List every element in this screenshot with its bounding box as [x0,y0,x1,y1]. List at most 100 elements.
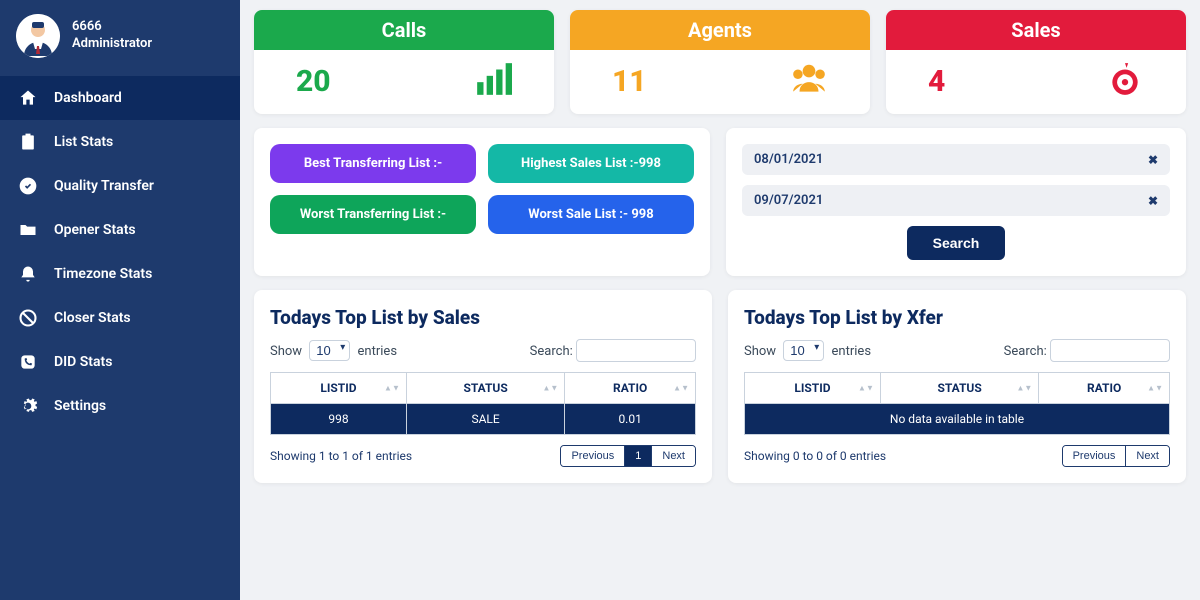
sort-icon: ▲▼ [542,385,558,392]
profile-block: 6666 Administrator [0,0,240,72]
sales-page-size-select[interactable]: 10 [309,340,350,361]
kpi-row: Calls 20 Agents 11 Sales 4 [254,10,1186,114]
search-label: Search: [530,344,573,359]
nav-settings-label: Settings [54,398,106,414]
profile-id: 6666 [72,19,152,36]
bell-icon [18,264,38,284]
check-circle-icon [18,176,38,196]
sales-table-info: Showing 1 to 1 of 1 entries [270,449,412,463]
sort-icon: ▲▼ [1016,385,1032,392]
sales-pager: Previous 1 Next [560,445,696,467]
sort-icon: ▲▼ [1147,385,1163,392]
sidebar: 6666 Administrator Dashboard List Stats … [0,0,240,600]
col-ratio[interactable]: RATIO▲▼ [565,373,696,404]
clipboard-icon [18,132,38,152]
entries-label: entries [358,344,398,359]
nav-dashboard-label: Dashboard [54,90,122,106]
xfer-length-control: Show 10 entries [744,340,871,361]
xfer-table-card: Todays Top List by Xfer Show 10 entries … [728,290,1186,483]
nav-timezone-stats[interactable]: Timezone Stats [0,252,240,296]
show-label: Show [270,344,302,359]
nav-did-stats[interactable]: DID Stats [0,340,240,384]
best-transfer-pill[interactable]: Best Transferring List :- [270,144,476,183]
xfer-prev-button[interactable]: Previous [1063,446,1126,466]
date-from-input[interactable]: 08/01/2021 ✖ [742,144,1170,175]
xfer-pager: Previous Next [1062,445,1170,467]
col-listid[interactable]: LISTID▲▼ [271,373,407,404]
highest-sales-pill[interactable]: Highest Sales List :-998 [488,144,694,183]
main-content: Calls 20 Agents 11 Sales 4 [240,0,1200,600]
nav-quality-transfer-label: Quality Transfer [54,178,154,194]
cell-status: SALE [406,404,564,435]
nav-timezone-stats-label: Timezone Stats [54,266,152,282]
xfer-search-input[interactable] [1050,339,1170,362]
nav-opener-stats-label: Opener Stats [54,222,136,238]
nav-settings[interactable]: Settings [0,384,240,428]
sales-next-button[interactable]: Next [651,446,695,466]
kpi-calls[interactable]: Calls 20 [254,10,554,114]
ban-icon [18,308,38,328]
search-label: Search: [1004,344,1047,359]
kpi-agents[interactable]: Agents 11 [570,10,870,114]
date-to-input[interactable]: 09/07/2021 ✖ [742,185,1170,216]
avatar [16,14,60,58]
nav-closer-stats[interactable]: Closer Stats [0,296,240,340]
home-icon [18,88,38,108]
kpi-agents-value: 11 [612,64,647,99]
xfer-table-info: Showing 0 to 0 of 0 entries [744,449,886,463]
xfer-search-control: Search: [1004,339,1170,362]
kpi-sales[interactable]: Sales 4 [886,10,1186,114]
worst-transfer-pill[interactable]: Worst Transferring List :- [270,195,476,234]
xfer-next-button[interactable]: Next [1125,446,1169,466]
sales-search-control: Search: [530,339,696,362]
nav-list-stats-label: List Stats [54,134,113,150]
entries-label: entries [832,344,872,359]
nav-list-stats[interactable]: List Stats [0,120,240,164]
search-button[interactable]: Search [907,226,1006,260]
nav-closer-stats-label: Closer Stats [54,310,131,326]
kpi-sales-value: 4 [928,64,945,99]
xfer-table-title: Todays Top List by Xfer [744,306,1170,329]
col-ratio[interactable]: RATIO▲▼ [1039,373,1170,404]
nav-dashboard[interactable]: Dashboard [0,76,240,120]
filters-card: Best Transferring List :- Highest Sales … [254,128,710,276]
sales-page-1[interactable]: 1 [624,446,651,466]
col-status[interactable]: STATUS▲▼ [406,373,564,404]
target-icon [1106,60,1144,102]
bar-chart-icon [474,60,512,102]
sort-icon: ▲▼ [858,385,874,392]
table-row[interactable]: 998 SALE 0.01 [271,404,696,435]
date-to-value: 09/07/2021 [754,193,823,208]
clear-to-icon[interactable]: ✖ [1148,194,1158,208]
kpi-sales-title: Sales [886,10,1186,50]
xfer-table: LISTID▲▼ STATUS▲▼ RATIO▲▼ No data availa… [744,372,1170,435]
gear-icon [18,396,38,416]
clear-from-icon[interactable]: ✖ [1148,153,1158,167]
show-label: Show [744,344,776,359]
profile-role: Administrator [72,36,152,53]
nav-quality-transfer[interactable]: Quality Transfer [0,164,240,208]
col-status[interactable]: STATUS▲▼ [880,373,1038,404]
kpi-calls-title: Calls [254,10,554,50]
cell-listid: 998 [271,404,407,435]
nav-opener-stats[interactable]: Opener Stats [0,208,240,252]
users-icon [790,60,828,102]
kpi-calls-value: 20 [296,64,331,99]
nav-did-stats-label: DID Stats [54,354,112,370]
worst-sale-pill[interactable]: Worst Sale List :- 998 [488,195,694,234]
folder-icon [18,220,38,240]
cell-ratio: 0.01 [565,404,696,435]
kpi-agents-title: Agents [570,10,870,50]
sales-table-title: Todays Top List by Sales [270,306,696,329]
date-from-value: 08/01/2021 [754,152,823,167]
sales-search-input[interactable] [576,339,696,362]
sales-table-card: Todays Top List by Sales Show 10 entries… [254,290,712,483]
sales-length-control: Show 10 entries [270,340,397,361]
sales-table: LISTID▲▼ STATUS▲▼ RATIO▲▼ 998 SALE 0.01 [270,372,696,435]
phone-icon [18,352,38,372]
xfer-page-size-select[interactable]: 10 [783,340,824,361]
date-card: 08/01/2021 ✖ 09/07/2021 ✖ Search [726,128,1186,276]
profile-text: 6666 Administrator [72,19,152,53]
col-listid[interactable]: LISTID▲▼ [745,373,881,404]
sales-prev-button[interactable]: Previous [561,446,624,466]
